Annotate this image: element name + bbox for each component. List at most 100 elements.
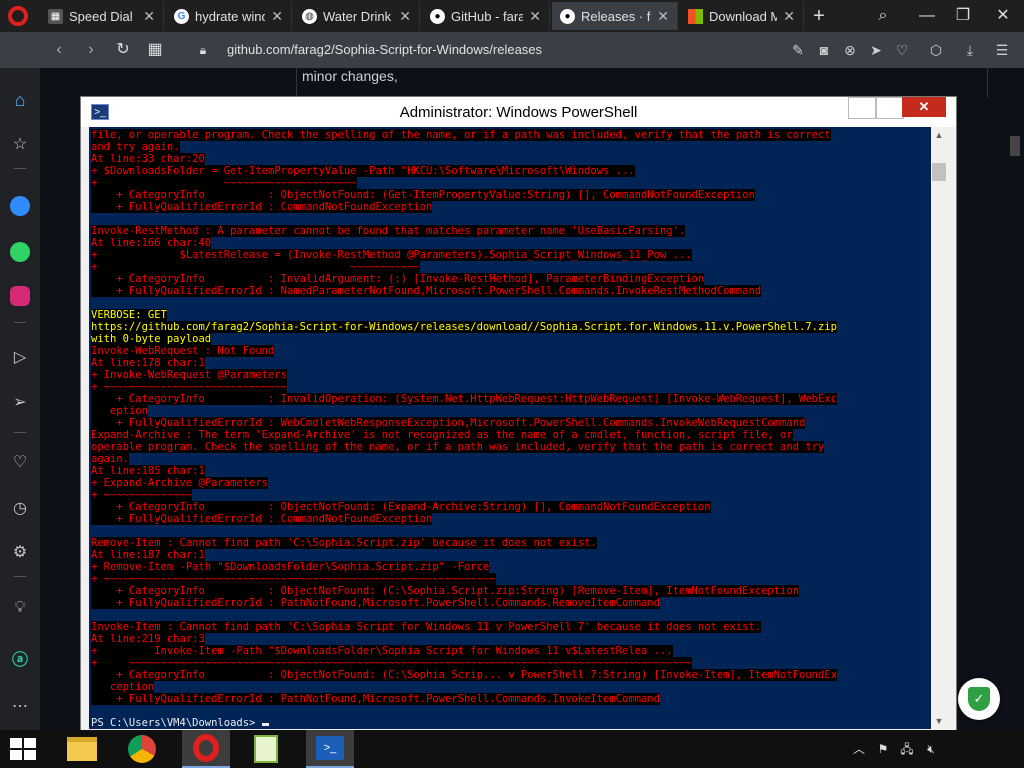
close-icon[interactable]: ✕ bbox=[783, 8, 795, 25]
console-line: + ~~~~~~~~~~~~~~~~~~~~~ bbox=[91, 177, 357, 189]
console-line: + Invoke-WebRequest @Parameters bbox=[91, 369, 287, 381]
security-badge[interactable]: ✓ bbox=[958, 678, 1000, 720]
powershell-titlebar[interactable]: >_ Administrator: Windows PowerShell ✕ bbox=[81, 97, 956, 127]
bookmarks-star-icon[interactable]: ☆ bbox=[6, 130, 34, 158]
opera-menu-icon[interactable] bbox=[8, 6, 28, 26]
console-line: + FullyQualifiedErrorId : PathNotFound,M… bbox=[91, 597, 660, 609]
action-center-flag-icon[interactable]: ⚑ bbox=[874, 740, 892, 758]
tips-bulb-icon[interactable]: 💡︎ bbox=[6, 594, 34, 622]
tab-download-microsoft[interactable]: Download Mic ✕ bbox=[680, 2, 804, 30]
favorites-heart-icon[interactable]: ♡ bbox=[6, 448, 34, 476]
close-icon[interactable]: ✕ bbox=[143, 8, 155, 25]
window-close-icon[interactable]: ✕ bbox=[986, 4, 1020, 28]
volume-muted-icon[interactable]: 🔇︎ bbox=[922, 740, 940, 758]
lock-icon[interactable]: 🔒︎ bbox=[192, 40, 214, 60]
ps-minimize-button[interactable] bbox=[848, 97, 876, 119]
taskbar-opera[interactable] bbox=[182, 730, 230, 768]
tray-chevron-icon[interactable]: ︿ bbox=[850, 740, 868, 758]
console-line: eption bbox=[91, 405, 148, 417]
close-icon[interactable]: ✕ bbox=[529, 8, 541, 25]
taskbar-powershell[interactable]: >_ bbox=[306, 730, 354, 768]
restore-icon[interactable]: ❐ bbox=[946, 4, 980, 28]
console-line: + FullyQualifiedErrorId : NamedParameter… bbox=[91, 285, 762, 297]
history-clock-icon[interactable]: ◷ bbox=[6, 494, 34, 522]
ps-close-button[interactable]: ✕ bbox=[902, 97, 946, 117]
forward-icon[interactable]: › bbox=[80, 40, 102, 60]
console-line: operable program. Check the spelling of … bbox=[91, 441, 825, 453]
console-line: At line:187 char:1 bbox=[91, 549, 205, 561]
console-line: + CategoryInfo : ObjectNotFound: (C:\Sop… bbox=[91, 669, 837, 681]
scroll-up-icon[interactable]: ▲ bbox=[931, 127, 947, 143]
page-scrollbar[interactable] bbox=[1010, 136, 1020, 156]
taskbar-notepad-plus[interactable] bbox=[242, 730, 290, 768]
tab-water-drink[interactable]: ◍ Water Drink R ✕ bbox=[294, 2, 420, 30]
edit-icon[interactable]: ✎ bbox=[788, 40, 808, 60]
tab-speed-dial[interactable]: ▦ Speed Dial ✕ bbox=[40, 2, 164, 30]
console-scrollbar[interactable]: ▲ ▼ bbox=[931, 127, 947, 729]
player-icon[interactable]: ▷ bbox=[6, 343, 34, 371]
tabs-grid-icon[interactable]: ▦ bbox=[144, 40, 166, 60]
close-icon[interactable]: ✕ bbox=[399, 8, 411, 25]
home-icon[interactable]: ⌂ bbox=[6, 86, 34, 114]
console-line: + ~~~~~~~~~~~ bbox=[91, 261, 420, 273]
settings-gear-icon[interactable]: ⚙ bbox=[6, 538, 34, 566]
close-icon[interactable]: ✕ bbox=[657, 8, 669, 25]
extensions-icon[interactable]: ⬡ bbox=[926, 40, 946, 60]
sidebar-divider bbox=[14, 576, 26, 577]
chrome-icon bbox=[128, 735, 156, 763]
sidebar-divider bbox=[14, 322, 26, 323]
snapshot-icon[interactable]: ◙ bbox=[814, 40, 834, 60]
heart-icon[interactable]: ♡ bbox=[892, 40, 912, 60]
tab-hydrate-windows[interactable]: G hydrate windo ✕ bbox=[166, 2, 292, 30]
console-line: + ~~~~~~~~~~~~~~~~~~~~~~~~~~~~~ bbox=[91, 381, 287, 393]
adblock-icon[interactable]: ⊗ bbox=[840, 40, 860, 60]
flow-send-icon[interactable]: ➢ bbox=[6, 388, 34, 416]
folder-icon bbox=[67, 737, 97, 761]
console-output[interactable]: file, or operable program. Check the spe… bbox=[89, 127, 931, 729]
console-line: + ~~~~~~~~~~~~~~~~~~~~~~~~~~~~~~~~~~~~~~… bbox=[91, 573, 496, 585]
scroll-thumb[interactable] bbox=[932, 163, 946, 181]
back-icon[interactable]: ‹ bbox=[48, 40, 70, 60]
github-icon: ● bbox=[560, 8, 575, 24]
url-field[interactable]: github.com/farag2/Sophia-Script-for-Wind… bbox=[227, 42, 542, 57]
microsoft-icon bbox=[688, 8, 703, 24]
powershell-window[interactable]: >_ Administrator: Windows PowerShell ✕ f… bbox=[80, 96, 957, 732]
sidebar-divider bbox=[14, 168, 26, 169]
easy-setup-icon[interactable]: ☰ bbox=[992, 40, 1012, 60]
search-tabs-icon[interactable]: ⌕ bbox=[866, 4, 900, 28]
messenger-icon[interactable] bbox=[6, 192, 34, 220]
close-icon[interactable]: ✕ bbox=[271, 8, 283, 25]
notepad-icon bbox=[254, 735, 278, 763]
console-line: At line:33 char:20 bbox=[91, 153, 205, 165]
download-icon[interactable]: ⤓ bbox=[960, 40, 980, 60]
console-line: + CategoryInfo : ObjectNotFound: (C:\Sop… bbox=[91, 585, 800, 597]
sidebar-divider bbox=[14, 432, 26, 433]
ps-maximize-button[interactable] bbox=[876, 97, 904, 119]
console-line: + Expand-Archive @Parameters bbox=[91, 477, 269, 489]
tab-releases[interactable]: ● Releases · fara ✕ bbox=[552, 2, 678, 30]
console-line: with 0-byte payload bbox=[91, 333, 212, 345]
taskbar-file-explorer[interactable] bbox=[58, 730, 106, 768]
console-line: At line:166 char:40 bbox=[91, 237, 212, 249]
send-icon[interactable]: ➤ bbox=[866, 40, 886, 60]
console-line: Invoke-RestMethod : A parameter cannot b… bbox=[91, 225, 686, 237]
aria-icon[interactable]: ⓐ bbox=[6, 644, 34, 672]
taskbar-chrome[interactable] bbox=[118, 730, 166, 768]
console-line: + FullyQualifiedErrorId : CommandNotFoun… bbox=[91, 201, 433, 213]
tab-github-farag[interactable]: ● GitHub - farag ✕ bbox=[422, 2, 550, 30]
network-icon[interactable]: 🖧︎ bbox=[898, 740, 916, 758]
instagram-icon[interactable] bbox=[6, 282, 34, 310]
address-bar: ‹ › ↻ ▦ 🔒︎ github.com/farag2/Sophia-Scri… bbox=[0, 32, 1024, 68]
scroll-down-icon[interactable]: ▼ bbox=[931, 713, 947, 729]
console-line: Invoke-Item : Cannot find path 'C:\Sophi… bbox=[91, 621, 762, 633]
console-line: At line:219 char:3 bbox=[91, 633, 205, 645]
more-dots-icon[interactable]: ⋯ bbox=[6, 692, 34, 720]
whatsapp-icon[interactable] bbox=[6, 238, 34, 266]
reload-icon[interactable]: ↻ bbox=[112, 40, 134, 60]
new-tab-button[interactable]: + bbox=[802, 4, 836, 28]
console-line: Expand-Archive : The term 'Expand-Archiv… bbox=[91, 429, 793, 441]
console-line: + CategoryInfo : ObjectNotFound: (Get-It… bbox=[91, 189, 755, 201]
minimize-icon[interactable]: — bbox=[910, 4, 944, 28]
start-button[interactable] bbox=[10, 738, 36, 760]
console-prompt[interactable]: PS C:\Users\VM4\Downloads> bbox=[91, 717, 262, 729]
